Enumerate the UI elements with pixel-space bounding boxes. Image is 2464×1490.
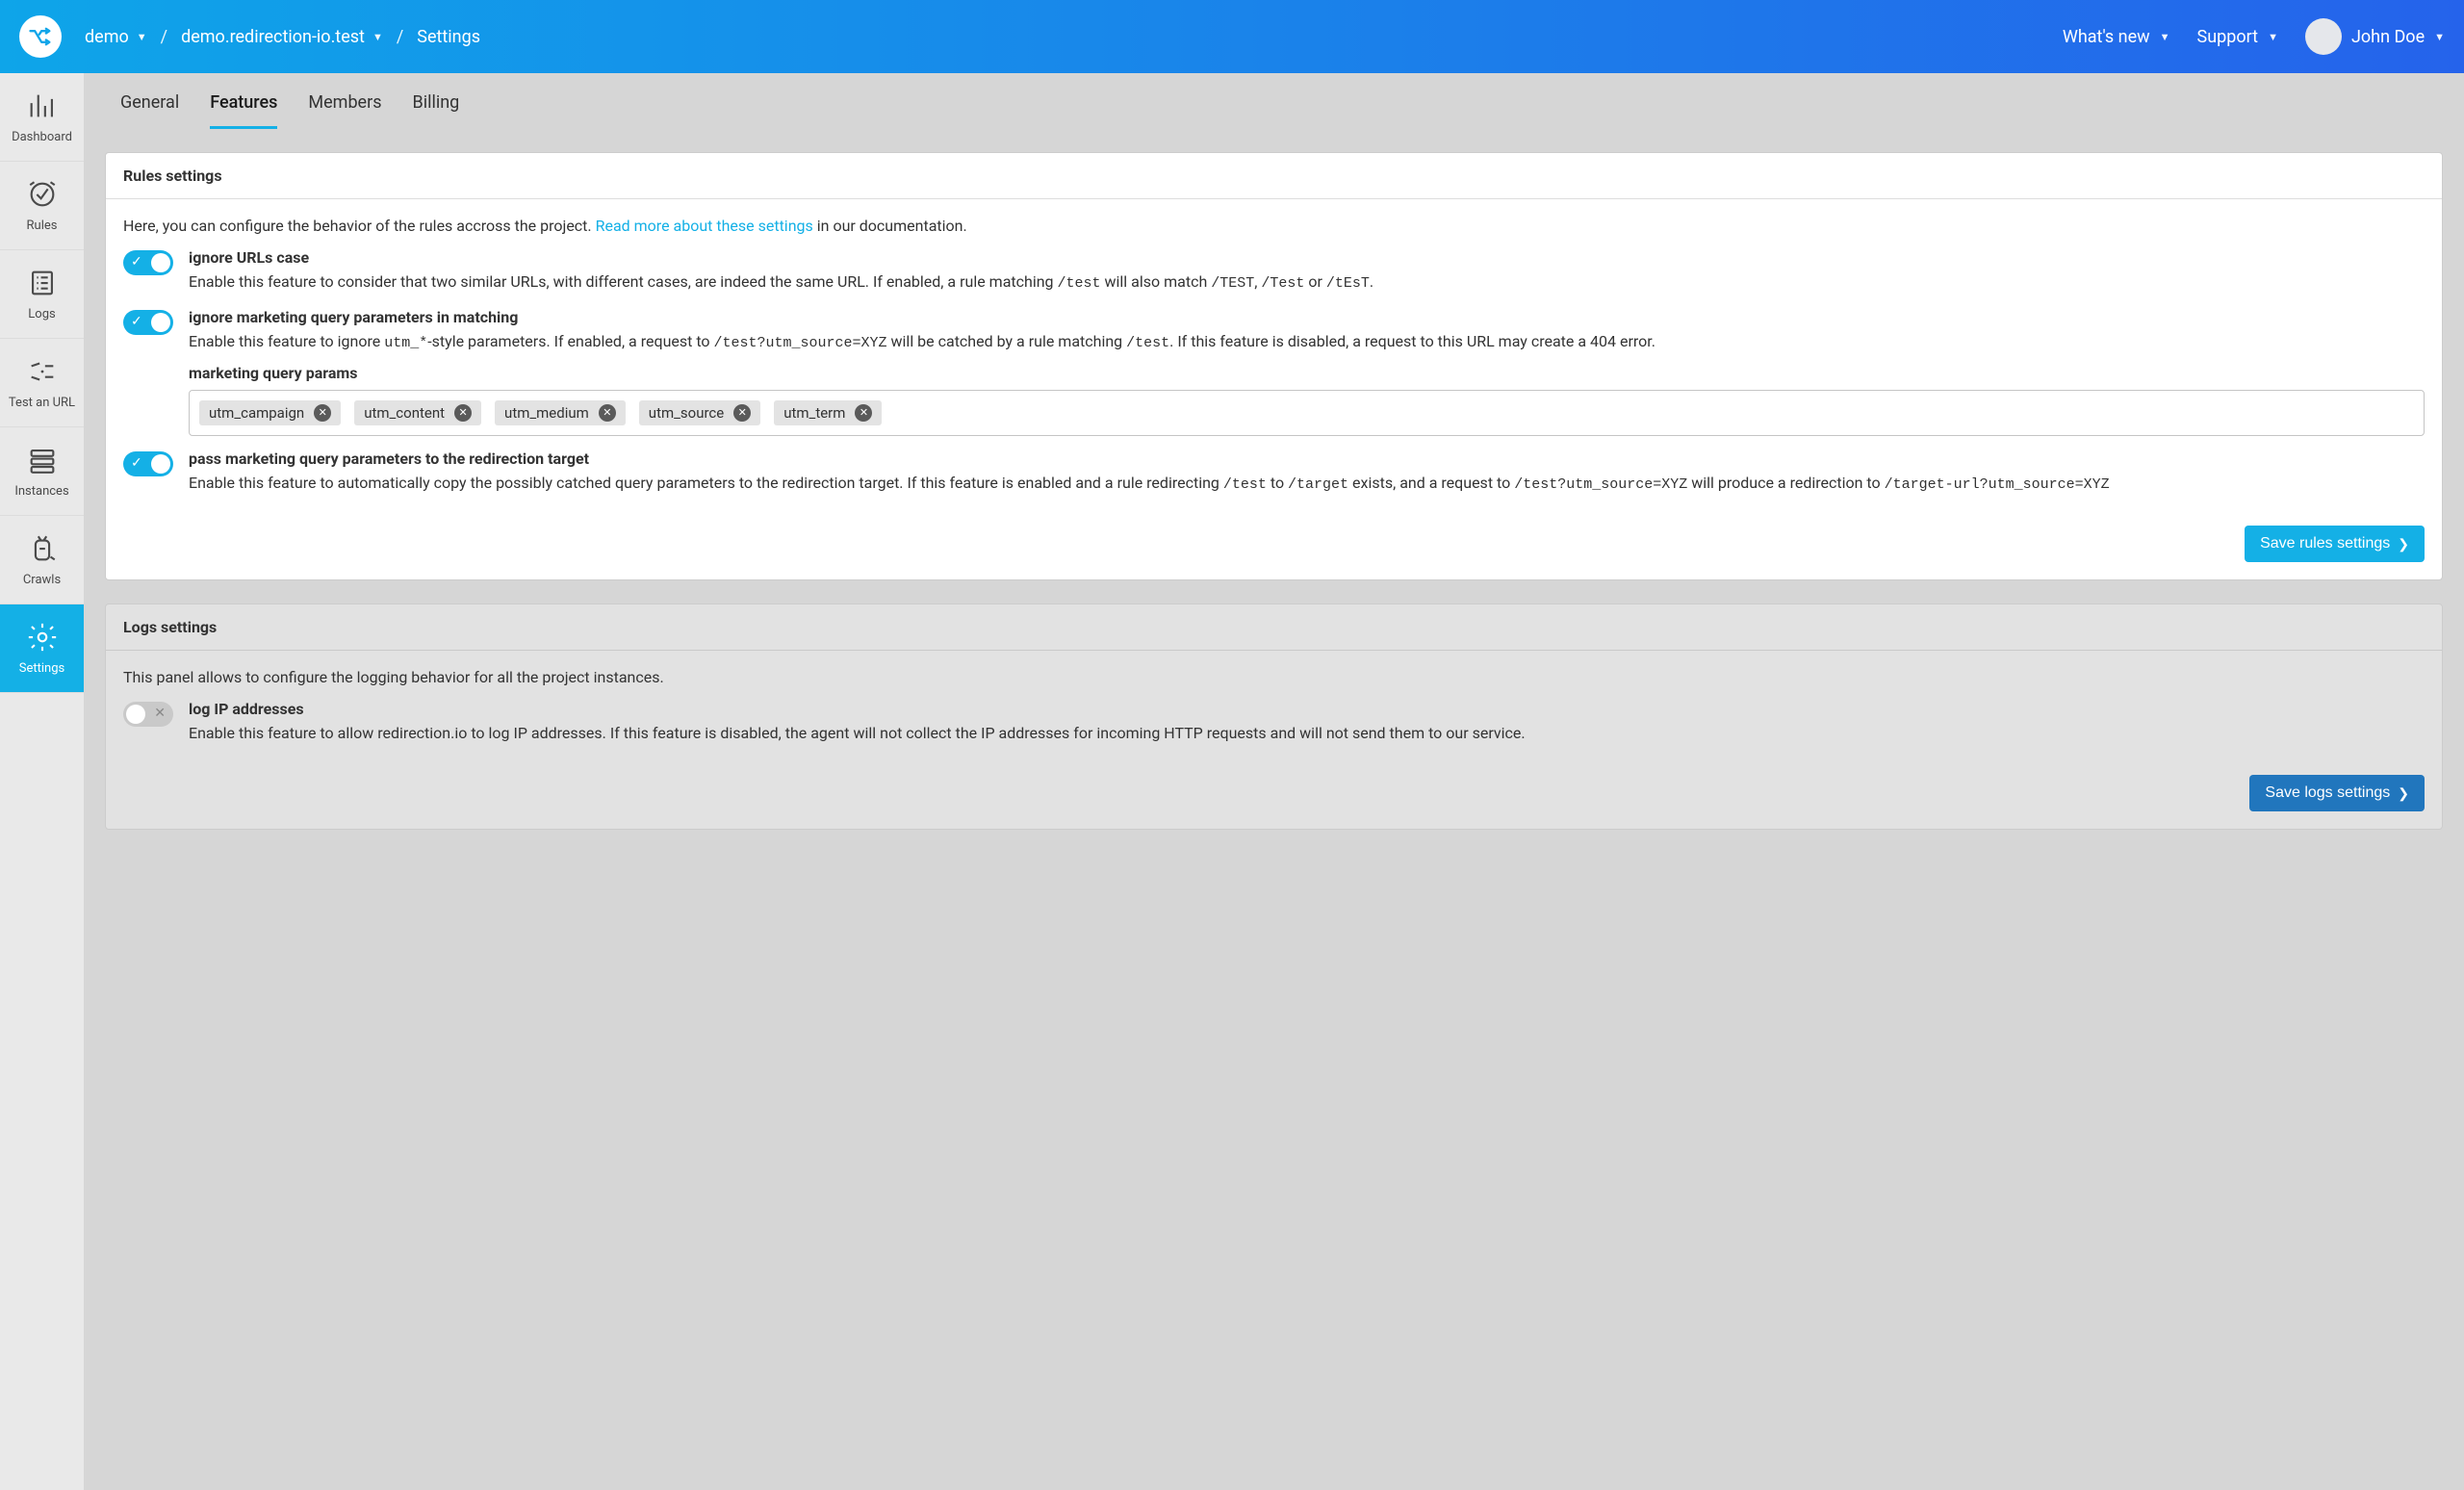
chevron-down-icon: ▼ bbox=[2160, 31, 2170, 43]
panel-title: Rules settings bbox=[106, 153, 2442, 199]
sidebar-item-dashboard[interactable]: Dashboard bbox=[0, 73, 84, 162]
settings-tabs: General Features Members Billing bbox=[105, 73, 2443, 129]
x-icon: ✕ bbox=[154, 706, 166, 721]
save-logs-settings-button[interactable]: Save logs settings❯ bbox=[2249, 775, 2425, 811]
feature-log-ip: ✕ log IP addresses Enable this feature t… bbox=[123, 700, 2425, 744]
tag-item: utm_medium✕ bbox=[495, 400, 626, 425]
feature-ignore-url-case: ✓ ignore URLs case Enable this feature t… bbox=[123, 248, 2425, 295]
main-content: General Features Members Billing Rules s… bbox=[84, 73, 2464, 1490]
feature-pass-marketing-params: ✓ pass marketing query parameters to the… bbox=[123, 450, 2425, 496]
crawls-icon bbox=[26, 532, 59, 565]
sidebar-item-instances[interactable]: Instances bbox=[0, 427, 84, 516]
tab-features[interactable]: Features bbox=[210, 92, 277, 129]
save-rules-settings-button[interactable]: Save rules settings❯ bbox=[2245, 526, 2425, 562]
toggle-log-ip[interactable]: ✕ bbox=[123, 702, 173, 727]
sidebar-item-label: Test an URL bbox=[9, 396, 75, 410]
sidebar-item-label: Instances bbox=[14, 484, 68, 499]
feature-title: pass marketing query parameters to the r… bbox=[189, 450, 2425, 468]
chevron-down-icon: ▼ bbox=[2434, 31, 2445, 43]
user-menu[interactable]: John Doe▼ bbox=[2305, 18, 2445, 55]
chevron-down-icon: ▼ bbox=[2268, 31, 2278, 43]
tag-item: utm_term✕ bbox=[774, 400, 882, 425]
sidebar-item-label: Rules bbox=[27, 218, 58, 233]
tag-item: utm_source✕ bbox=[639, 400, 760, 425]
toggle-pass-marketing-params[interactable]: ✓ bbox=[123, 451, 173, 476]
chevron-right-icon: ❯ bbox=[2398, 785, 2409, 802]
breadcrumb-project[interactable]: demo.redirection-io.test▼ bbox=[181, 27, 383, 47]
gear-icon bbox=[26, 621, 59, 654]
remove-tag-icon[interactable]: ✕ bbox=[733, 404, 751, 422]
bar-chart-icon bbox=[26, 90, 59, 122]
toggle-ignore-marketing-params[interactable]: ✓ bbox=[123, 310, 173, 335]
sidebar-item-label: Logs bbox=[28, 307, 55, 321]
sidebar-item-label: Dashboard bbox=[12, 130, 72, 144]
feature-description: Enable this feature to ignore utm_*-styl… bbox=[189, 330, 2425, 354]
logs-settings-intro: This panel allows to configure the loggi… bbox=[123, 668, 2425, 686]
feature-title: ignore marketing query parameters in mat… bbox=[189, 308, 2425, 326]
rules-icon bbox=[26, 178, 59, 211]
sidebar-item-crawls[interactable]: Crawls bbox=[0, 516, 84, 604]
check-icon: ✓ bbox=[131, 254, 142, 270]
breadcrumb-page: Settings bbox=[417, 27, 480, 47]
sidebar-item-label: Crawls bbox=[23, 573, 61, 587]
chevron-right-icon: ❯ bbox=[2398, 536, 2409, 552]
rules-settings-intro: Here, you can configure the behavior of … bbox=[123, 217, 2425, 235]
tab-billing[interactable]: Billing bbox=[413, 92, 460, 129]
feature-description: Enable this feature to automatically cop… bbox=[189, 472, 2425, 496]
feature-description: Enable this feature to allow redirection… bbox=[189, 722, 2425, 744]
breadcrumb: demo▼ / demo.redirection-io.test▼ / Sett… bbox=[85, 27, 480, 47]
toggle-ignore-url-case[interactable]: ✓ bbox=[123, 250, 173, 275]
breadcrumb-separator: / bbox=[161, 27, 167, 47]
tab-members[interactable]: Members bbox=[308, 92, 381, 129]
marketing-params-label: marketing query params bbox=[189, 364, 2425, 382]
header-right: What's new▼ Support▼ John Doe▼ bbox=[2063, 18, 2445, 55]
rules-settings-panel: Rules settings Here, you can configure t… bbox=[105, 152, 2443, 580]
tab-general[interactable]: General bbox=[120, 92, 179, 129]
remove-tag-icon[interactable]: ✕ bbox=[454, 404, 472, 422]
check-icon: ✓ bbox=[131, 314, 142, 329]
sidebar-item-logs[interactable]: Logs bbox=[0, 250, 84, 339]
server-icon bbox=[26, 444, 59, 476]
breadcrumb-separator: / bbox=[397, 27, 403, 47]
remove-tag-icon[interactable]: ✕ bbox=[855, 404, 872, 422]
sidebar-item-test-url[interactable]: Test an URL bbox=[0, 339, 84, 427]
support-menu[interactable]: Support▼ bbox=[2197, 27, 2278, 47]
shuffle-icon bbox=[27, 23, 54, 50]
breadcrumb-org[interactable]: demo▼ bbox=[85, 27, 147, 47]
chevron-down-icon: ▼ bbox=[372, 31, 383, 43]
app-logo[interactable] bbox=[19, 15, 62, 58]
remove-tag-icon[interactable]: ✕ bbox=[599, 404, 616, 422]
sidebar-item-settings[interactable]: Settings bbox=[0, 604, 84, 693]
sidebar-item-rules[interactable]: Rules bbox=[0, 162, 84, 250]
logs-icon bbox=[26, 267, 59, 299]
remove-tag-icon[interactable]: ✕ bbox=[314, 404, 331, 422]
top-header: demo▼ / demo.redirection-io.test▼ / Sett… bbox=[0, 0, 2464, 73]
check-icon: ✓ bbox=[131, 455, 142, 471]
feature-description: Enable this feature to consider that two… bbox=[189, 270, 2425, 295]
feature-title: log IP addresses bbox=[189, 700, 2425, 718]
marketing-params-input[interactable]: utm_campaign✕ utm_content✕ utm_medium✕ u… bbox=[189, 390, 2425, 436]
avatar bbox=[2305, 18, 2342, 55]
feature-ignore-marketing-params: ✓ ignore marketing query parameters in m… bbox=[123, 308, 2425, 436]
tag-item: utm_content✕ bbox=[354, 400, 481, 425]
sidebar-item-label: Settings bbox=[19, 661, 64, 676]
chevron-down-icon: ▼ bbox=[137, 31, 147, 43]
whats-new-menu[interactable]: What's new▼ bbox=[2063, 27, 2170, 47]
sidebar: Dashboard Rules Logs Test an URL Instanc… bbox=[0, 73, 84, 1490]
docs-link[interactable]: Read more about these settings bbox=[596, 217, 813, 235]
panel-title: Logs settings bbox=[106, 604, 2442, 651]
tag-item: utm_campaign✕ bbox=[199, 400, 341, 425]
test-url-icon bbox=[26, 355, 59, 388]
logs-settings-panel: Logs settings This panel allows to confi… bbox=[105, 604, 2443, 830]
feature-title: ignore URLs case bbox=[189, 248, 2425, 267]
